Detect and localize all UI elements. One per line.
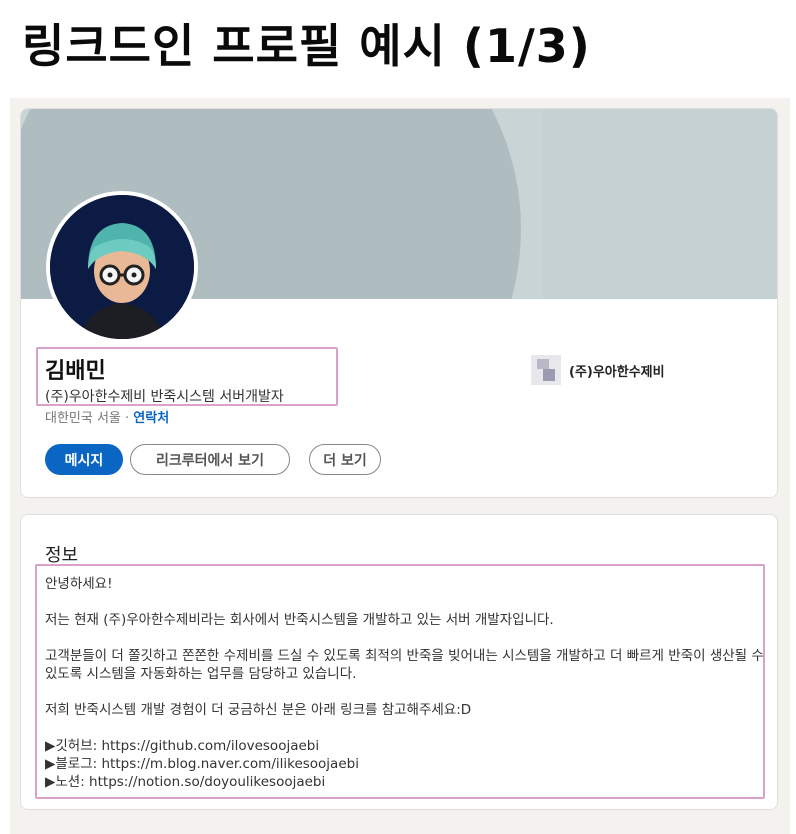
about-card: 정보 안녕하세요! 저는 현재 (주)우아한수제비라는 회사에서 반죽시스템을 … bbox=[20, 514, 778, 810]
avatar-image bbox=[50, 195, 194, 339]
about-links: ▶깃허브: https://github.com/ilovesoojaebi ▶… bbox=[45, 737, 765, 791]
profile-card: 김배민 (주)우아한수제비 반죽시스템 서버개발자 대한민국 서울 · 연락처 … bbox=[20, 108, 778, 498]
profile-name: 김배민 bbox=[45, 359, 106, 384]
about-greeting: 안녕하세요! bbox=[45, 576, 113, 592]
profile-headline: (주)우아한수제비 반죽시스템 서버개발자 bbox=[45, 389, 284, 405]
company-name: (주)우아한수제비 bbox=[569, 364, 665, 380]
message-button[interactable]: 메시지 bbox=[45, 444, 123, 475]
location-text: 대한민국 서울 · bbox=[45, 411, 134, 426]
avatar[interactable] bbox=[46, 191, 198, 343]
company-link[interactable]: (주)우아한수제비 bbox=[531, 355, 665, 385]
more-button[interactable]: 더 보기 bbox=[309, 444, 381, 475]
github-link[interactable]: ▶깃허브: https://github.com/ilovesoojaebi bbox=[45, 737, 765, 755]
company-logo-icon bbox=[531, 355, 561, 385]
about-cta: 저희 반죽시스템 개발 경험이 더 궁금하신 분은 아래 링크를 참고해주세요:… bbox=[45, 702, 472, 718]
about-description: 고객분들이 더 쫄깃하고 쫀쫀한 수제비를 드실 수 있도록 최적의 반죽을 빚… bbox=[45, 648, 764, 682]
page-title: 링크드인 프로필 예시 (1/3) bbox=[22, 19, 591, 73]
blog-link[interactable]: ▶블로그: https://m.blog.naver.com/ilikesooj… bbox=[45, 755, 765, 773]
notion-link[interactable]: ▶노션: https://notion.so/doyoulikesoojaebi bbox=[45, 773, 765, 791]
about-text: 안녕하세요! 저는 현재 (주)우아한수제비라는 회사에서 반죽시스템을 개발하… bbox=[45, 575, 765, 791]
profile-location: 대한민국 서울 · 연락처 bbox=[45, 407, 169, 426]
about-intro: 저는 현재 (주)우아한수제비라는 회사에서 반죽시스템을 개발하고 있는 서버… bbox=[45, 612, 554, 628]
view-in-recruiter-button[interactable]: 리크루터에서 보기 bbox=[130, 444, 290, 475]
contact-info-link[interactable]: 연락처 bbox=[133, 411, 169, 426]
